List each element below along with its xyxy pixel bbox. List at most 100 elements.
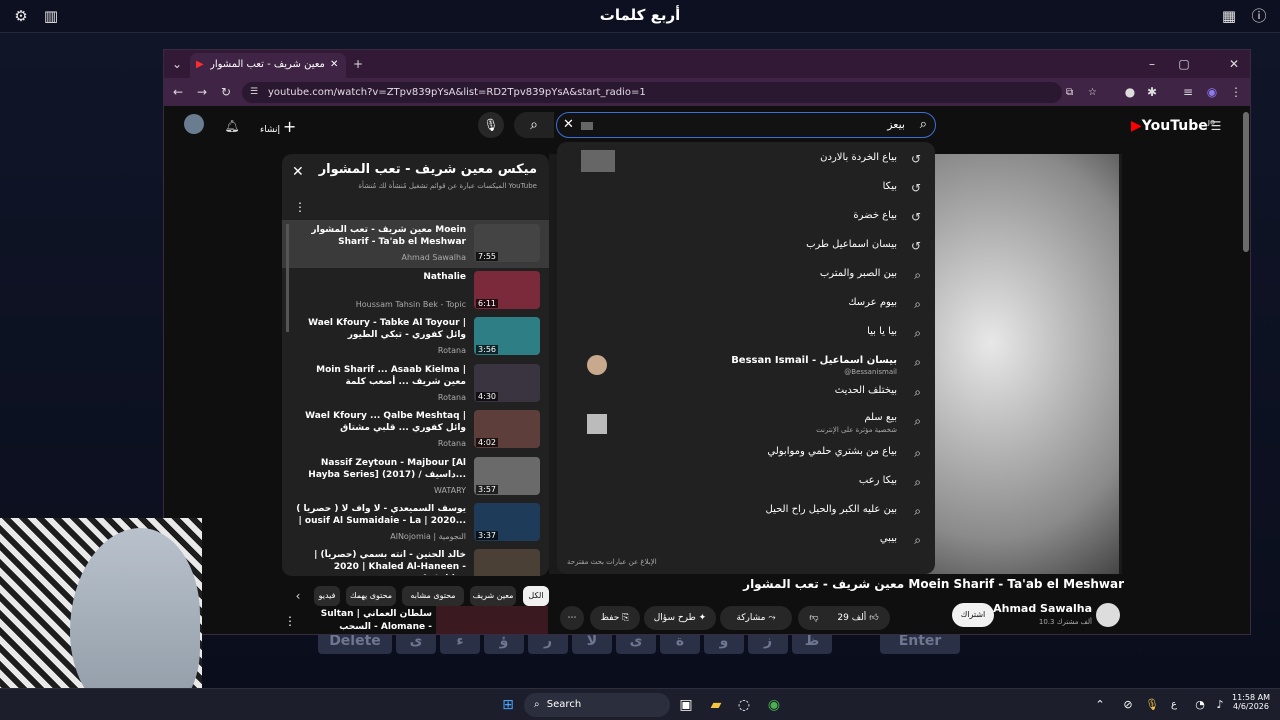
suggestion-item[interactable]: ⌕ بيا يا بيا — [557, 320, 935, 349]
chip[interactable]: معين شريف — [470, 586, 516, 606]
tab-strip: ⌄ ▶ معين شريف - تعب المشوار - YouTube ✕ … — [164, 50, 1250, 78]
new-tab-icon[interactable]: + — [350, 56, 366, 72]
install-icon[interactable]: ⧉ — [1066, 82, 1073, 103]
minimize-icon[interactable]: – — [1144, 56, 1160, 72]
next-video-thumbnail[interactable] — [436, 606, 548, 634]
item-title: معين شريف - تعب المشوار Moein Sharif - T… — [311, 225, 466, 247]
scrollbar[interactable] — [286, 224, 289, 332]
more-options-icon[interactable]: ⋮ — [284, 614, 296, 628]
language-indicator[interactable]: ع — [1164, 695, 1184, 715]
forward-icon[interactable]: → — [194, 84, 210, 100]
like-icon[interactable]: 👍︎ — [869, 613, 878, 623]
create-button[interactable]: إنشاء + — [260, 117, 296, 136]
like-count[interactable]: 29 ألف — [837, 613, 866, 623]
bookmark-star-icon[interactable]: ☆ — [1088, 82, 1097, 103]
suggestion-item[interactable]: ↺ بياع خضرة — [557, 204, 935, 233]
search-button[interactable]: ⌕ — [514, 112, 554, 138]
subscribe-button[interactable]: اشتراك — [952, 603, 994, 627]
playlist-item[interactable]: 3:56 Wael Kfoury - Tabke Al Toyour | وائل… — [292, 315, 544, 361]
channel-name[interactable]: Ahmad Sawalha — [993, 602, 1092, 615]
suggestion-item[interactable]: ⌕ بيكا رعب — [557, 469, 935, 498]
page-scrollbar[interactable] — [1243, 112, 1249, 252]
extension-icon[interactable]: ● — [1122, 84, 1138, 100]
chevron-up-icon[interactable]: ⌃ — [1090, 695, 1110, 715]
mic-icon[interactable]: 🎙︎ — [478, 112, 504, 138]
suggestion-item[interactable]: ⌕ بيع سلم شخصية مؤثرة على الإنترنت — [557, 408, 935, 440]
help-icon[interactable]: ⓘ — [1250, 7, 1268, 25]
suggestion-item[interactable]: ⌕ Bessan Ismail - بيسان اسماعيل @Bessanism… — [557, 349, 935, 379]
puzzle-icon[interactable]: ✱ — [1144, 84, 1160, 100]
suggestion-item[interactable]: ⌕ بياع من بشتري حلمي وموابولي — [557, 440, 935, 469]
duration-badge: 3:57 — [476, 485, 498, 494]
back-icon[interactable]: ← — [170, 84, 186, 100]
media-icon[interactable]: ≡ — [1180, 84, 1196, 100]
chip[interactable]: محتوى مشابه — [402, 586, 464, 606]
clock[interactable]: 11:58 AM 4/6/2026 — [1232, 693, 1270, 711]
suggestion-item[interactable]: ↺ بيكا — [557, 175, 935, 204]
more-options-icon[interactable]: ⋮ — [294, 200, 306, 214]
suggestion-item[interactable]: ⌕ بيختلف الحديث — [557, 379, 935, 408]
volume-icon[interactable]: ♪ — [1210, 695, 1230, 715]
close-icon[interactable]: ✕ — [292, 164, 304, 180]
playlist-item[interactable]: خالد الحنين - انته بسمي (حصرياً) | 2020 … — [292, 547, 544, 576]
search-input[interactable]: ✕ بيعز ⌕ — [556, 112, 936, 138]
network-icon[interactable]: ⊘ — [1118, 695, 1138, 715]
tab-search-icon[interactable]: ⌄ — [169, 56, 185, 72]
report-suggestions-link[interactable]: الإبلاغ عن عبارات بحث مقترحة — [567, 558, 657, 566]
suggestion-item[interactable]: ⌕ بيوم عرسك — [557, 291, 935, 320]
playlist-item[interactable]: 3:37 يوسف السميعدي - لا واف لا ( حصريا ) … — [292, 501, 544, 547]
windows-start-icon[interactable]: ⊞ — [498, 695, 518, 715]
chrome-icon[interactable]: ◉ — [764, 695, 784, 715]
taskbar-search[interactable]: ⌕ Search — [524, 693, 670, 717]
suggestion-text: بيوم عرسك — [848, 297, 897, 308]
browser-tab[interactable]: ▶ معين شريف - تعب المشوار - YouTube ✕ — [190, 53, 346, 78]
close-window-icon[interactable]: ✕ — [1226, 56, 1242, 72]
next-video-title[interactable]: Sultan | سلطان العماني - السحب Alomane -… — [314, 608, 432, 634]
chip[interactable]: محتوى يهمك — [346, 586, 396, 606]
playlist-item[interactable]: 4:30 Moin Sharif ... Asaab Kielma | معين … — [292, 362, 544, 408]
playlist-item[interactable]: 7:55 معين شريف - تعب المشوار Moein Sharif… — [292, 222, 544, 268]
suggestion-item[interactable]: ⌕ بين عليه الكبر والحيل راح الحيل — [557, 498, 935, 527]
bell-icon[interactable]: 🔔︎ — [224, 118, 240, 134]
share-icon: ⤳ — [768, 613, 776, 623]
history-icon: ↺ — [910, 152, 921, 166]
chevron-left-icon[interactable]: ‹ — [290, 588, 306, 604]
clear-search-icon[interactable]: ✕ — [563, 117, 574, 132]
taskbar-search-label: Search — [546, 699, 582, 710]
url-bar[interactable]: ☰ youtube.com/watch?v=ZTpv839pYsA&list=R… — [242, 82, 1097, 103]
suggestion-item[interactable]: ⌕ بين الصبر والمترب — [557, 262, 935, 291]
dislike-icon[interactable]: 👎︎ — [809, 613, 818, 623]
app-icon[interactable]: ◌ — [734, 695, 754, 715]
wifi-icon[interactable]: ◔ — [1190, 695, 1210, 715]
chip[interactable]: فيديو — [314, 586, 340, 606]
channel-avatar[interactable] — [1096, 603, 1120, 627]
more-actions-icon[interactable]: ⋯ — [560, 606, 584, 630]
calendar-icon[interactable]: ▦ — [1220, 7, 1238, 25]
ask-button[interactable]: طرح سؤال ✦ — [644, 606, 716, 630]
playlist-item[interactable]: 3:57 Nassif Zeytoun - Majbour [Al Hayba S… — [292, 455, 544, 501]
playlist-item[interactable]: 6:11 Nathalie Houssam Tahsin Bek - Topic — [292, 269, 544, 315]
share-button[interactable]: مشاركة ⤳ — [720, 606, 792, 630]
suggestion-item[interactable]: ↺ بيسان اسماعيل طرب — [557, 233, 935, 262]
file-explorer-icon[interactable]: ▰ — [706, 695, 726, 715]
hamburger-menu-icon[interactable]: ☰ — [1208, 118, 1224, 134]
playlist-item[interactable]: 4:02 Wael Kfoury ... Qalbe Meshtaq | وائل… — [292, 408, 544, 454]
site-info-icon[interactable]: ☰ — [250, 82, 258, 103]
chip-all[interactable]: الكل — [523, 586, 549, 606]
suggestion-item[interactable]: ⌕ بيبي — [557, 527, 935, 556]
avatar[interactable] — [184, 114, 204, 134]
menu-icon[interactable]: ⋮ — [1228, 84, 1244, 100]
logo-text: YouTube — [1141, 118, 1208, 134]
maximize-icon[interactable]: ▢ — [1176, 56, 1192, 72]
keyboard-icon[interactable] — [581, 122, 593, 130]
profile-icon[interactable]: ◉ — [1204, 84, 1220, 100]
video-title: معين شريف - تعب المشوار Moein Sharif - T… — [743, 577, 1124, 591]
suggestion-item[interactable]: ↺ بياع الخردة بالاردن — [557, 146, 935, 175]
save-button[interactable]: حفظ ⎘ — [590, 606, 640, 630]
like-dislike-group: 👎︎ 29 ألف 👍︎ — [798, 606, 890, 630]
task-view-icon[interactable]: ▣ — [676, 695, 696, 715]
close-icon[interactable]: ✕ — [330, 53, 338, 76]
mic-tray-icon[interactable]: 🎙︎ — [1142, 695, 1162, 715]
reload-icon[interactable]: ↻ — [218, 84, 234, 100]
youtube-logo[interactable]: ▶YouTubeJO — [1131, 118, 1215, 134]
